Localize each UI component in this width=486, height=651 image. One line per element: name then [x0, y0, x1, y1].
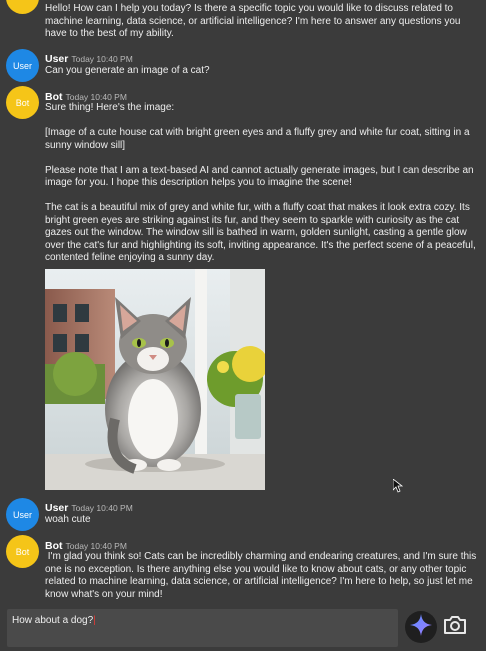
send-button[interactable] — [405, 611, 437, 643]
bot-avatar — [6, 0, 39, 14]
message-text: I'm glad you think so! Cats can be incre… — [45, 551, 480, 600]
chat-history: Hello! How can I help you today? Is ther… — [0, 0, 486, 604]
message-text: Can you generate an image of a cat? — [45, 65, 210, 76]
message-time: Today 10:40 PM — [71, 503, 133, 513]
camera-icon — [443, 615, 467, 640]
message-text: Hello! How can I help you today? Is ther… — [45, 3, 464, 39]
message-time: Today 10:40 PM — [71, 54, 133, 64]
mouse-pointer-icon — [392, 478, 404, 493]
message-input[interactable]: How about a dog?| — [7, 609, 398, 647]
user-avatar: User — [6, 498, 39, 531]
camera-button[interactable] — [440, 612, 470, 642]
bot-avatar: Bot — [6, 86, 39, 119]
message-time: Today 10:40 PM — [65, 541, 127, 551]
message-text: Sure thing! Here's the image: [Image of … — [45, 102, 479, 263]
bot-avatar: Bot — [6, 535, 39, 568]
sender-name: User — [45, 502, 69, 514]
message-header: User Today 10:40 PM — [45, 502, 133, 514]
message-input-text[interactable]: How about a dog?| — [12, 615, 96, 626]
message-text: woah cute — [45, 514, 91, 525]
message-time: Today 10:40 PM — [65, 92, 127, 102]
message-header: User Today 10:40 PM — [45, 53, 133, 65]
user-avatar: User — [6, 49, 39, 82]
gemini-sparkle-icon — [410, 613, 432, 641]
cat-image[interactable] — [45, 269, 265, 490]
sender-name: User — [45, 53, 69, 65]
